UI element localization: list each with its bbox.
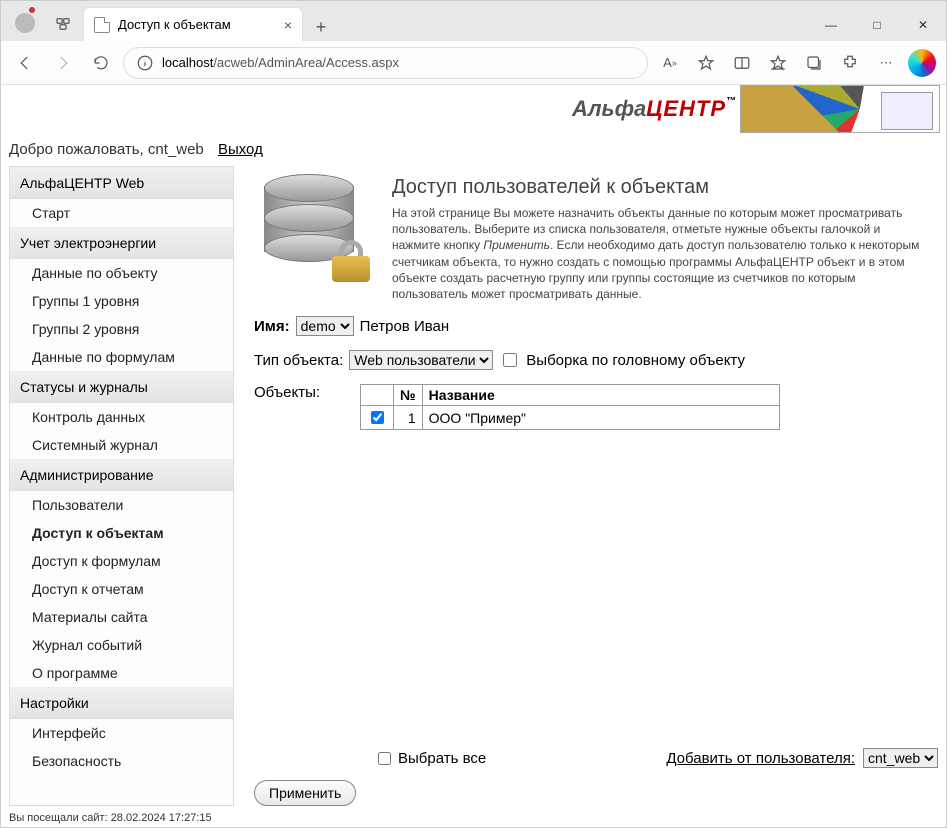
logout-link[interactable]: Выход xyxy=(218,141,263,158)
sidebar-item-groups2[interactable]: Группы 2 уровня xyxy=(10,315,233,343)
refresh-button[interactable] xyxy=(85,47,117,79)
back-button[interactable] xyxy=(9,47,41,79)
sidebar-item-syslog[interactable]: Системный журнал xyxy=(10,431,233,459)
forward-button[interactable] xyxy=(47,47,79,79)
row-num: 1 xyxy=(394,406,423,430)
window-titlebar: Доступ к объектам × + ― □ ✕ xyxy=(1,1,946,41)
select-all-checkbox[interactable] xyxy=(378,752,391,765)
sidebar-item-access-formulas[interactable]: Доступ к формулам xyxy=(10,547,233,575)
sidebar-section: Настройки xyxy=(10,687,233,719)
select-all-label: Выбрать все xyxy=(398,750,486,767)
profile-icon[interactable] xyxy=(7,5,43,41)
favorite-icon[interactable] xyxy=(690,47,722,79)
collections-icon[interactable] xyxy=(798,47,830,79)
sidebar-section: Учет электроэнергии xyxy=(10,227,233,259)
browser-toolbar: localhost/acweb/AdminArea/Access.aspx A»… xyxy=(1,41,946,85)
page-title: Доступ пользователей к объектам xyxy=(392,176,928,199)
more-icon[interactable]: ⋯ xyxy=(870,47,902,79)
sidebar-item-access-reports[interactable]: Доступ к отчетам xyxy=(10,575,233,603)
address-bar[interactable]: localhost/acweb/AdminArea/Access.aspx xyxy=(123,47,648,79)
window-maximize[interactable]: □ xyxy=(854,9,900,41)
sidebar-item-groups1[interactable]: Группы 1 уровня xyxy=(10,287,233,315)
sidebar-section: Администрирование xyxy=(10,459,233,491)
sidebar-section: АльфаЦЕНТР Web xyxy=(10,167,233,199)
add-from-label: Добавить от пользователя: xyxy=(666,750,855,767)
app-logo-graphic xyxy=(740,85,940,133)
user-fullname: Петров Иван xyxy=(360,318,450,335)
app-banner: АльфаЦЕНТР™ xyxy=(1,85,946,137)
app-logo-text: АльфаЦЕНТР™ xyxy=(572,96,736,122)
workspaces-icon[interactable] xyxy=(43,7,83,41)
url-host: localhost xyxy=(162,55,213,70)
sidebar-item-object-data[interactable]: Данные по объекту xyxy=(10,259,233,287)
objects-table: № Название 1 ООО "Пример" xyxy=(360,384,780,430)
col-name: Название xyxy=(422,385,779,406)
window-close[interactable]: ✕ xyxy=(900,9,946,41)
col-check xyxy=(361,385,394,406)
filter-checkbox[interactable] xyxy=(503,353,517,367)
url-path: /acweb/AdminArea/Access.aspx xyxy=(213,55,399,70)
row-name: ООО "Пример" xyxy=(422,406,779,430)
sidebar-item-interface[interactable]: Интерфейс xyxy=(10,719,233,747)
add-from-select[interactable]: cnt_web xyxy=(863,748,938,768)
sidebar: АльфаЦЕНТР Web Старт Учет электроэнергии… xyxy=(9,166,234,806)
type-select[interactable]: Web пользователи xyxy=(349,350,493,370)
sidebar-item-start[interactable]: Старт xyxy=(10,199,233,227)
sidebar-item-security[interactable]: Безопасность xyxy=(10,747,233,775)
sidebar-item-event-log[interactable]: Журнал событий xyxy=(10,631,233,659)
welcome-text: Добро пожаловать, cnt_web xyxy=(9,141,204,158)
window-minimize[interactable]: ― xyxy=(808,9,854,41)
apply-button[interactable]: Применить xyxy=(254,780,356,806)
info-icon xyxy=(136,54,154,72)
user-select[interactable]: demo xyxy=(296,316,354,336)
table-row: 1 ООО "Пример" xyxy=(361,406,780,430)
filter-label: Выборка по головному объекту xyxy=(526,352,745,369)
browser-tab[interactable]: Доступ к объектам × xyxy=(83,7,303,41)
page-icon xyxy=(94,17,110,33)
sidebar-item-about[interactable]: О программе xyxy=(10,659,233,687)
page-description: На этой странице Вы можете назначить объ… xyxy=(392,205,928,302)
name-label: Имя: xyxy=(254,318,290,335)
sidebar-item-formula-data[interactable]: Данные по формулам xyxy=(10,343,233,371)
database-lock-icon xyxy=(254,166,374,286)
new-tab-button[interactable]: + xyxy=(307,13,335,41)
split-icon[interactable] xyxy=(726,47,758,79)
extensions-icon[interactable] xyxy=(834,47,866,79)
col-num: № xyxy=(394,385,423,406)
row-checkbox[interactable] xyxy=(371,411,384,424)
read-aloud-icon[interactable]: A» xyxy=(654,47,686,79)
type-label: Тип объекта: xyxy=(254,352,343,369)
tab-title: Доступ к объектам xyxy=(118,17,231,32)
sidebar-item-access-objects[interactable]: Доступ к объектам xyxy=(10,519,233,547)
sidebar-item-site-materials[interactable]: Материалы сайта xyxy=(10,603,233,631)
copilot-icon[interactable] xyxy=(906,47,938,79)
close-tab-icon[interactable]: × xyxy=(284,17,292,33)
sidebar-item-users[interactable]: Пользователи xyxy=(10,491,233,519)
sidebar-section: Статусы и журналы xyxy=(10,371,233,403)
visit-note: Вы посещали сайт: 28.02.2024 17:27:15 xyxy=(1,806,946,827)
favorites-bar-icon[interactable] xyxy=(762,47,794,79)
sidebar-item-data-control[interactable]: Контроль данных xyxy=(10,403,233,431)
objects-label: Объекты: xyxy=(254,384,320,401)
